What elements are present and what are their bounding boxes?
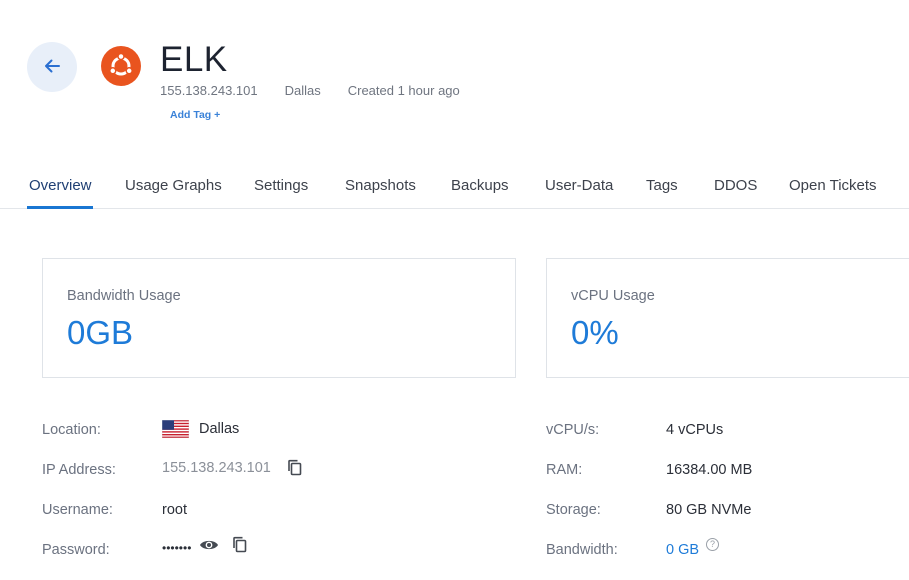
ubuntu-icon	[101, 46, 141, 86]
vcpus-label: vCPU/s:	[546, 422, 600, 438]
bandwidth-usage-value: 0GB	[67, 314, 134, 351]
help-icon[interactable]: ?	[706, 537, 720, 551]
add-tag-link[interactable]: Add Tag +	[170, 109, 220, 121]
tab-settings[interactable]: Settings	[254, 177, 308, 194]
ip-address-label: IP Address:	[42, 462, 116, 478]
password-text: •••••••	[162, 541, 192, 555]
password-value: •••••••	[162, 536, 248, 555]
tab-tags[interactable]: Tags	[646, 177, 678, 194]
ram-value: 16384.00 MB	[666, 462, 753, 478]
active-tab-indicator	[27, 206, 93, 209]
ram-label: RAM:	[546, 462, 583, 478]
vcpu-usage-label: vCPU Usage	[571, 288, 655, 304]
bandwidth-label: Bandwidth:	[546, 542, 618, 558]
location-text: Dallas	[199, 421, 240, 437]
server-meta: 155.138.243.101 Dallas Created 1 hour ag…	[160, 83, 460, 98]
ip-address-value: 155.138.243.101	[162, 459, 303, 477]
username-value: root	[162, 502, 187, 518]
storage-value: 80 GB NVMe	[666, 502, 752, 518]
tab-open-tickets[interactable]: Open Tickets	[789, 177, 877, 194]
bandwidth-usage-label: Bandwidth Usage	[67, 288, 181, 304]
tab-ddos[interactable]: DDOS	[714, 177, 757, 194]
bandwidth-usage-card: Bandwidth Usage 0GB	[42, 258, 516, 378]
location-value: Dallas	[161, 419, 240, 439]
server-ip: 155.138.243.101	[160, 83, 258, 98]
page-title: ELK	[160, 40, 228, 79]
server-details-page: ELK 155.138.243.101 Dallas Created 1 hou…	[0, 0, 909, 580]
vcpus-value: 4 vCPUs	[666, 422, 724, 438]
vcpu-usage-card: vCPU Usage 0%	[546, 258, 909, 378]
storage-label: Storage:	[546, 502, 601, 518]
username-label: Username:	[42, 502, 113, 518]
tab-backups[interactable]: Backups	[451, 177, 509, 194]
tab-overview[interactable]: Overview	[29, 177, 92, 194]
password-label: Password:	[42, 542, 110, 558]
back-button[interactable]	[27, 42, 77, 92]
server-created: Created 1 hour ago	[347, 83, 460, 98]
tab-snapshots[interactable]: Snapshots	[345, 177, 416, 194]
ip-address-text: 155.138.243.101	[162, 460, 271, 476]
bandwidth-link[interactable]: 0 GB	[666, 542, 699, 558]
tab-bar: Overview Usage Graphs Settings Snapshots…	[0, 165, 909, 209]
location-label: Location:	[42, 422, 101, 438]
copy-icon[interactable]	[287, 459, 303, 477]
us-flag-icon	[161, 419, 190, 439]
tab-user-data[interactable]: User-Data	[545, 177, 613, 194]
copy-icon[interactable]	[232, 536, 248, 554]
tab-usage-graphs[interactable]: Usage Graphs	[125, 177, 222, 194]
bandwidth-value: 0 GB ?	[666, 537, 720, 558]
eye-icon[interactable]	[199, 538, 219, 552]
server-location: Dallas	[284, 83, 321, 98]
vcpu-usage-value: 0%	[571, 314, 619, 351]
arrow-left-icon	[42, 56, 62, 79]
